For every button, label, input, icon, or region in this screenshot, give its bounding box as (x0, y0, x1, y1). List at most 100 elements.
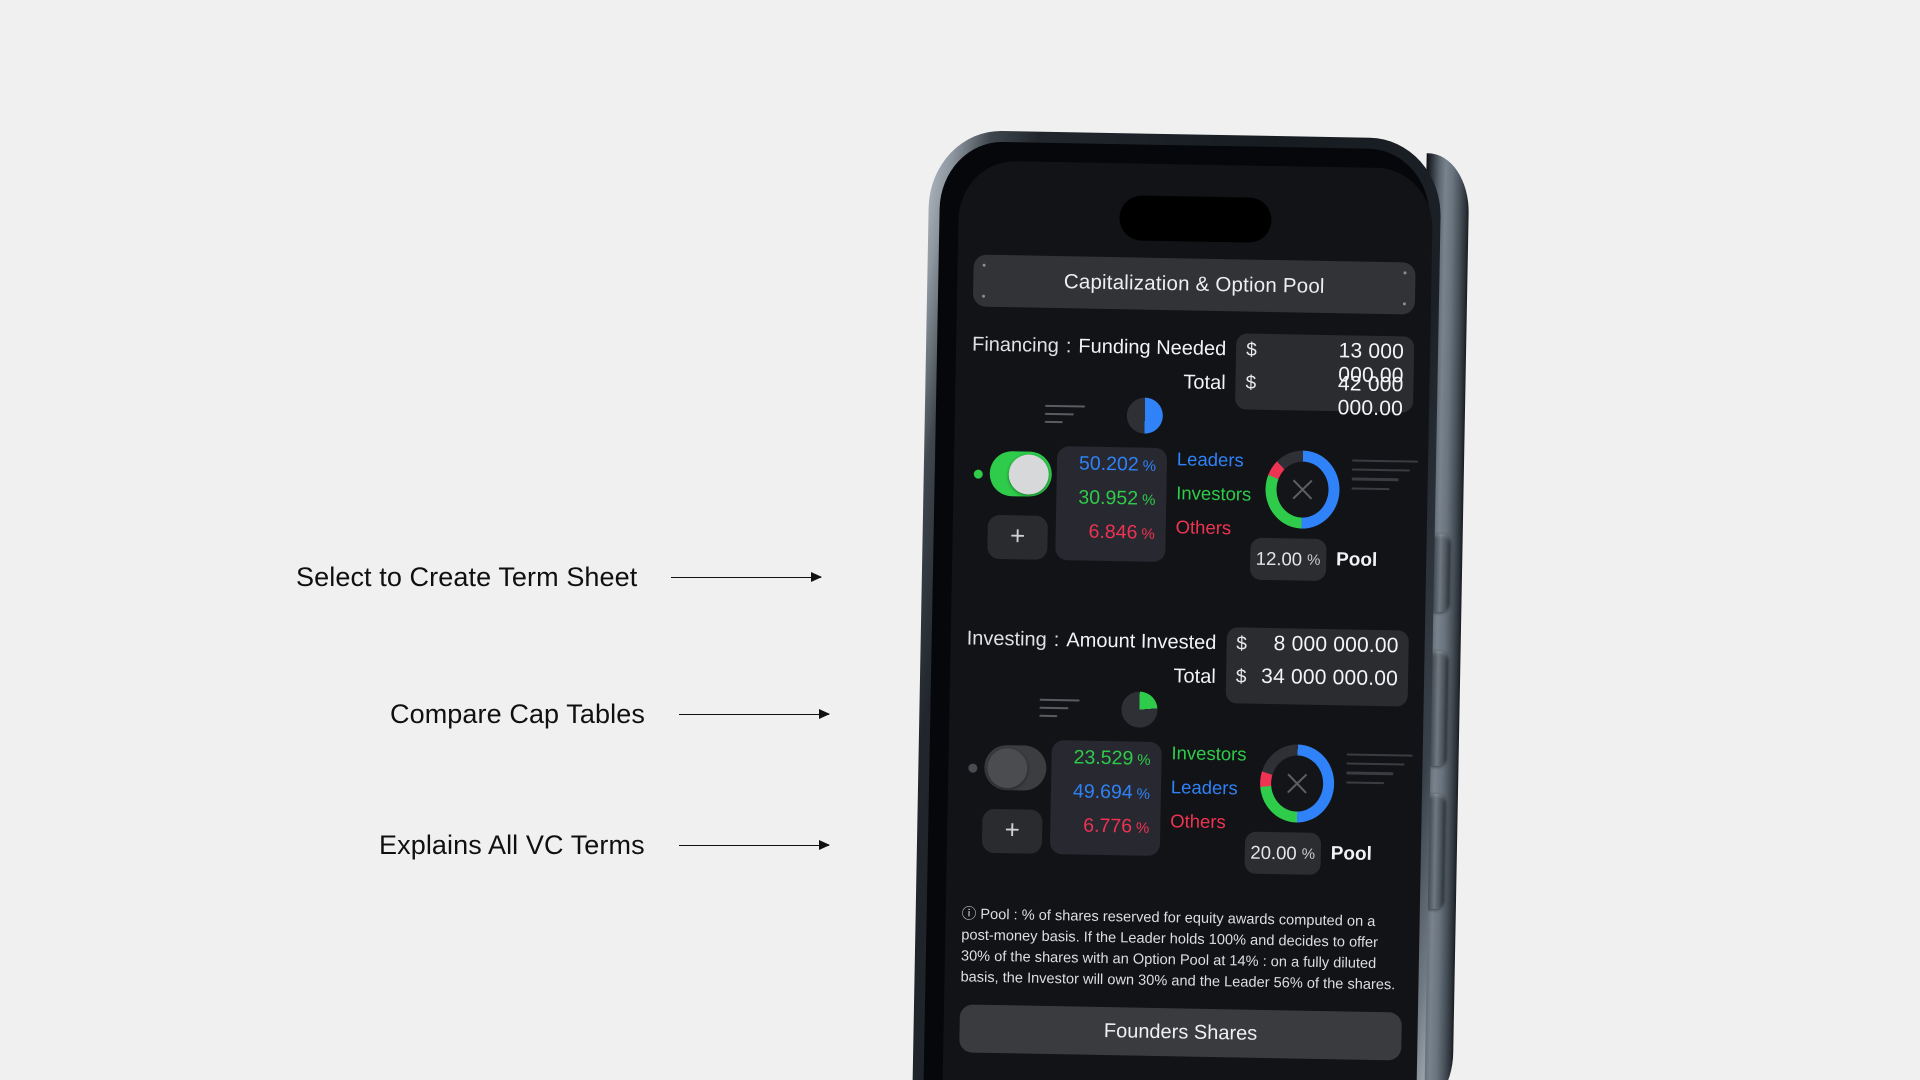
investing-breakdown-list: 23.529 % 49.694 % 6.776 % (1049, 740, 1162, 857)
investing-header-row: Investing : Amount Invested Total $ 8 00… (966, 622, 1409, 707)
detail-lines-icon[interactable] (1351, 459, 1419, 490)
financing-amount-field[interactable]: $ 13 000 000.00 (1246, 338, 1404, 387)
financing-detail-lines (1351, 451, 1419, 490)
pool-value: 12.00 (1255, 547, 1303, 570)
currency-symbol: $ (1236, 633, 1248, 655)
annotation-label: Select to Create Term Sheet (296, 562, 638, 592)
investing-pool-input[interactable]: 20.00 % (1244, 831, 1322, 875)
breakdown-row[interactable]: 6.846 % (1055, 520, 1166, 556)
financing-add-button[interactable]: + (987, 514, 1048, 560)
currency-symbol: $ (1235, 666, 1247, 688)
list-lines-icon[interactable] (1039, 698, 1080, 718)
breakdown-percent-sign: % (1141, 491, 1156, 509)
financing-pool-input[interactable]: 12.00 % (1249, 537, 1327, 582)
breakdown-percent-sign: % (1136, 785, 1151, 803)
close-icon[interactable] (1289, 476, 1315, 502)
investing-total-value: 34 000 000.00 (1260, 664, 1399, 691)
financing-prefix: Financing (971, 333, 1060, 358)
investing-prefix: Investing (966, 627, 1047, 651)
section-investing: Investing : Amount Invested Total $ 8 00… (962, 622, 1413, 886)
investing-select-toggle[interactable] (983, 744, 1047, 791)
investing-breakdown-names: Investors Leaders Others (1166, 742, 1247, 845)
mini-pie-chart-icon (1121, 691, 1158, 728)
breakdown-row[interactable]: 50.202 % (1056, 452, 1167, 488)
investing-labels: Investing : Amount Invested Total (966, 622, 1217, 700)
donut-center (1275, 461, 1329, 519)
toggle-knob (1008, 453, 1050, 495)
financing-total-field[interactable]: $ 42 000 000.00 (1245, 371, 1403, 420)
investing-donut-chart[interactable] (1259, 743, 1335, 824)
pool-percent-sign: % (1301, 845, 1316, 863)
breakdown-name: Others (1170, 810, 1226, 833)
financing-pool-label: Pool (1335, 549, 1378, 571)
breakdown-value: 50.202 (1078, 452, 1139, 476)
breakdown-name: Investors (1171, 742, 1247, 765)
phone-screen: Capitalization & Option Pool Financing :… (941, 160, 1434, 1080)
investing-subicons (1039, 690, 1158, 728)
investing-add-button[interactable]: + (981, 808, 1043, 854)
annotation-arrow-icon (678, 709, 830, 721)
breakdown-value: 6.776 (1083, 814, 1133, 838)
pool-value: 20.00 (1250, 841, 1297, 864)
financing-total-value: 42 000 000.00 (1337, 372, 1404, 421)
close-icon[interactable] (1284, 770, 1310, 796)
financing-donut-column: 12.00 % Pool (1249, 449, 1377, 592)
corner-dot-icon (982, 263, 986, 267)
annotation-arrow-icon (678, 840, 830, 852)
financing-main-label: Funding Needed (1078, 335, 1227, 361)
breakdown-row[interactable]: 30.952 % (1056, 486, 1167, 522)
investing-body-row: + 23.529 % 49.694 % 6.776 % Investors Le… (962, 738, 1413, 886)
investing-amount-field[interactable]: $ 8 000 000.00 (1236, 631, 1399, 667)
donut-center (1270, 755, 1324, 812)
corner-dot-icon (981, 294, 986, 298)
founders-shares-button[interactable]: Founders Shares (959, 1004, 1402, 1061)
phone-body: Capitalization & Option Pool Financing :… (911, 129, 1442, 1080)
currency-symbol: $ (1245, 372, 1257, 394)
breakdown-row[interactable]: 23.529 % (1051, 746, 1162, 782)
financing-colon: : (1065, 335, 1072, 358)
investing-main-label: Amount Invested (1066, 629, 1217, 655)
annotation-arrow-icon (671, 572, 823, 584)
breakdown-percent-sign: % (1142, 457, 1157, 475)
breakdown-value: 23.529 (1073, 746, 1134, 770)
investing-total-field[interactable]: $ 34 000 000.00 (1235, 664, 1399, 700)
screenshot-root: Select to Create Term Sheet Compare Cap … (0, 0, 1920, 1080)
breakdown-percent-sign: % (1135, 819, 1150, 837)
investing-amount-group: $ 8 000 000.00 $ 34 000 000.00 (1225, 627, 1409, 707)
financing-donut-chart[interactable] (1264, 449, 1341, 530)
list-lines-icon[interactable] (1044, 404, 1086, 424)
phone-mockup: Capitalization & Option Pool Financing :… (911, 129, 1510, 1080)
investing-donut-column: 20.00 % Pool (1244, 743, 1372, 886)
financing-subicons (1044, 396, 1164, 434)
mini-pie-chart-icon (1126, 397, 1164, 434)
app-title-bar[interactable]: Capitalization & Option Pool (972, 254, 1416, 315)
pool-percent-sign: % (1306, 551, 1321, 569)
financing-labels: Financing : Funding Needed Total (971, 328, 1227, 406)
breakdown-row[interactable]: 49.694 % (1050, 780, 1161, 816)
status-dot-icon (973, 469, 983, 479)
investing-toggle-column: + (963, 738, 1052, 860)
toggle-knob (987, 747, 1028, 789)
breakdown-value: 6.846 (1088, 520, 1138, 544)
financing-amount-group: $ 13 000 000.00 $ 42 000 000.00 (1235, 333, 1415, 420)
financing-select-toggle[interactable] (989, 450, 1053, 497)
annotation-explains-all-vc-terms: Explains All VC Terms (379, 830, 830, 861)
status-dot-icon (968, 763, 978, 773)
investing-pool-label: Pool (1330, 843, 1373, 865)
detail-lines-icon[interactable] (1346, 753, 1413, 784)
financing-header-row: Financing : Funding Needed Total $ 13 00… (971, 328, 1415, 420)
phone-bezel: Capitalization & Option Pool Financing :… (922, 140, 1434, 1080)
annotation-label: Compare Cap Tables (390, 699, 645, 729)
page-title: Capitalization & Option Pool (1063, 270, 1325, 298)
investing-total-label: Total (1173, 665, 1216, 689)
breakdown-row[interactable]: 6.776 % (1050, 814, 1161, 850)
investing-detail-lines (1346, 745, 1413, 784)
breakdown-name: Investors (1176, 482, 1252, 505)
breakdown-name: Others (1175, 516, 1232, 539)
financing-breakdown-list: 50.202 % 30.952 % 6.846 % (1054, 446, 1168, 563)
breakdown-percent-sign: % (1141, 525, 1155, 543)
section-financing: Financing : Funding Needed Total $ 13 00… (968, 328, 1419, 592)
breakdown-value: 30.952 (1078, 486, 1139, 510)
annotation-label: Explains All VC Terms (379, 830, 645, 860)
pool-footnote: ⓘ Pool : % of shares reserved for equity… (960, 906, 1396, 994)
